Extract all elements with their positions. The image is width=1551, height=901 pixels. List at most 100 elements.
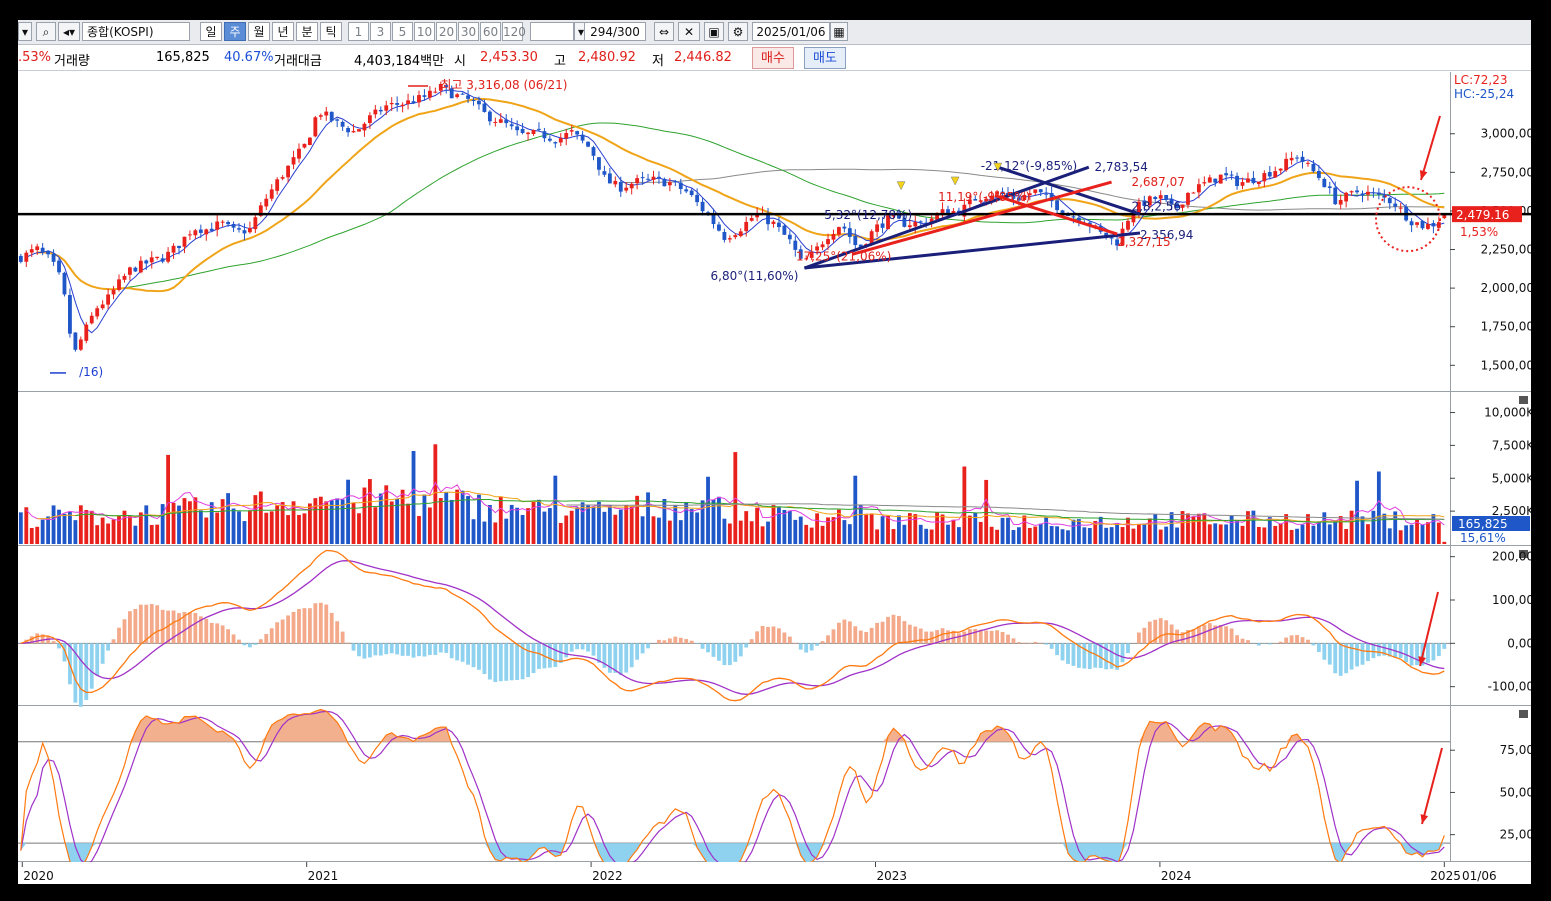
candle-body-114 xyxy=(640,177,645,179)
dropdown-arrow-icon[interactable]: ▾ xyxy=(18,22,32,41)
crosshair-icon[interactable]: ✕ xyxy=(678,22,700,41)
tab-interval-10[interactable]: 10 xyxy=(414,22,435,41)
volume-bar-241 xyxy=(1333,520,1338,544)
tab-interval-20[interactable]: 20 xyxy=(436,22,457,41)
volume-bar-194 xyxy=(1076,519,1081,544)
candle-body-24 xyxy=(149,257,154,263)
macd-histogram-bar-187 xyxy=(1038,642,1043,644)
candle-body-88 xyxy=(498,119,503,123)
macd-histogram-bar-192 xyxy=(1066,643,1070,664)
volume-bar-85 xyxy=(482,521,487,544)
tab-period-0[interactable]: 일 xyxy=(200,22,222,41)
candle-body-221 xyxy=(1224,173,1229,176)
volume-bar-178 xyxy=(989,526,994,544)
save-icon[interactable]: ▣ xyxy=(704,22,724,41)
volume-bar-133 xyxy=(744,511,749,544)
macd-histogram-bar-146 xyxy=(815,643,820,646)
macd-histogram-bar-76 xyxy=(433,643,438,655)
candle-body-102 xyxy=(575,131,580,135)
candle-body-231 xyxy=(1278,168,1283,171)
zoom-icon[interactable]: ⇔ xyxy=(654,22,674,41)
candle-body-46 xyxy=(269,189,274,199)
macd-histogram-bar-83 xyxy=(471,643,476,668)
tab-period-3[interactable]: 년 xyxy=(272,22,294,41)
candle-body-72 xyxy=(411,101,416,104)
candle-body-17 xyxy=(111,289,116,295)
macd-histogram-bar-136 xyxy=(760,626,765,644)
candle-body-55 xyxy=(318,115,323,117)
macd-histogram-bar-66 xyxy=(378,643,383,656)
tab-period-5[interactable]: 틱 xyxy=(320,22,342,41)
tab-interval-5[interactable]: 5 xyxy=(392,22,413,41)
macd-histogram-bar-53 xyxy=(307,608,312,644)
macd-histogram-bar-139 xyxy=(777,628,781,644)
candle-body-26 xyxy=(160,258,165,262)
macd-histogram-bar-58 xyxy=(335,621,340,644)
macd-histogram-bar-115 xyxy=(646,643,650,649)
macd-histogram-bar-235 xyxy=(1300,637,1305,644)
tab-interval-30[interactable]: 30 xyxy=(458,22,479,41)
gear-icon[interactable]: ⚙ xyxy=(728,22,748,41)
candle-body-20 xyxy=(128,267,132,275)
macd-histogram-bar-140 xyxy=(782,632,787,644)
symbol-field[interactable]: 종합(KOSPI) xyxy=(82,22,190,41)
macd-histogram-bar-67 xyxy=(384,643,389,655)
candle-body-29 xyxy=(177,245,181,249)
volume-bar-171 xyxy=(951,519,956,544)
price-chart[interactable]: 3,000,002,750,002,500,002,250,002,000,00… xyxy=(18,72,1531,884)
tab-interval-1[interactable]: 1 xyxy=(348,22,369,41)
volume-bar-138 xyxy=(771,505,776,544)
macd-histogram-bar-49 xyxy=(286,615,290,644)
volume-bar-106 xyxy=(597,501,601,544)
macd-histogram-bar-41 xyxy=(242,643,247,646)
candle-body-164 xyxy=(913,222,918,227)
tab-interval-3[interactable]: 3 xyxy=(370,22,391,41)
macd-histogram-bar-155 xyxy=(864,631,869,644)
macd-histogram-bar-246 xyxy=(1360,643,1365,665)
macd-histogram-bar-75 xyxy=(427,643,432,655)
volume-bar-48 xyxy=(280,502,285,544)
volume-bar-59 xyxy=(340,499,345,544)
macd-histogram-bar-121 xyxy=(678,637,683,644)
macd-histogram-bar-105 xyxy=(591,643,596,656)
tab-interval-120[interactable]: 120 xyxy=(502,22,526,41)
candle-body-226 xyxy=(1251,177,1256,184)
tab-period-1[interactable]: 주 xyxy=(224,22,246,41)
macd-histogram-bar-166 xyxy=(924,631,929,644)
speaker-icon[interactable]: ◂▾ xyxy=(58,22,80,41)
macd-histogram-bar-40 xyxy=(237,639,241,644)
volume-bar-10 xyxy=(73,520,78,544)
candle-body-249 xyxy=(1376,192,1381,195)
search-icon[interactable]: ⌕ xyxy=(36,22,56,41)
macd-histogram-bar-174 xyxy=(967,629,972,644)
candle-body-140 xyxy=(782,225,787,235)
volume-bar-198 xyxy=(1098,516,1103,544)
sell-button[interactable]: 매도 xyxy=(804,47,846,69)
candle-body-222 xyxy=(1229,174,1234,176)
candle-body-69 xyxy=(395,103,400,105)
volume-bar-236 xyxy=(1306,514,1310,544)
tab-period-2[interactable]: 월 xyxy=(248,22,270,41)
count-field[interactable]: 294/300 xyxy=(584,22,646,41)
macd-histogram-bar-47 xyxy=(275,622,280,644)
buy-button[interactable]: 매수 xyxy=(752,47,794,69)
candle-body-203 xyxy=(1126,220,1130,230)
volume-bar-151 xyxy=(842,520,847,544)
volume-bar-156 xyxy=(869,513,874,544)
volume-bar-1 xyxy=(24,507,29,544)
volume-bar-219 xyxy=(1213,523,1218,544)
volume-bar-30 xyxy=(182,498,187,544)
date-field[interactable]: 2025/01/06 xyxy=(752,22,830,41)
candle-body-227 xyxy=(1256,181,1261,184)
macd-histogram-bar-118 xyxy=(662,640,667,644)
macd-histogram-bar-190 xyxy=(1055,643,1059,656)
calendar-icon[interactable]: ▦ xyxy=(830,22,848,41)
tab-interval-60[interactable]: 60 xyxy=(480,22,501,41)
candle-body-148 xyxy=(826,239,830,245)
candle-body-193 xyxy=(1071,216,1076,218)
macd-histogram-bar-15 xyxy=(100,643,105,664)
macd-histogram-bar-186 xyxy=(1033,641,1038,644)
macd-histogram-bar-218 xyxy=(1207,623,1212,644)
interval-input[interactable] xyxy=(530,22,574,41)
tab-period-4[interactable]: 분 xyxy=(296,22,318,41)
